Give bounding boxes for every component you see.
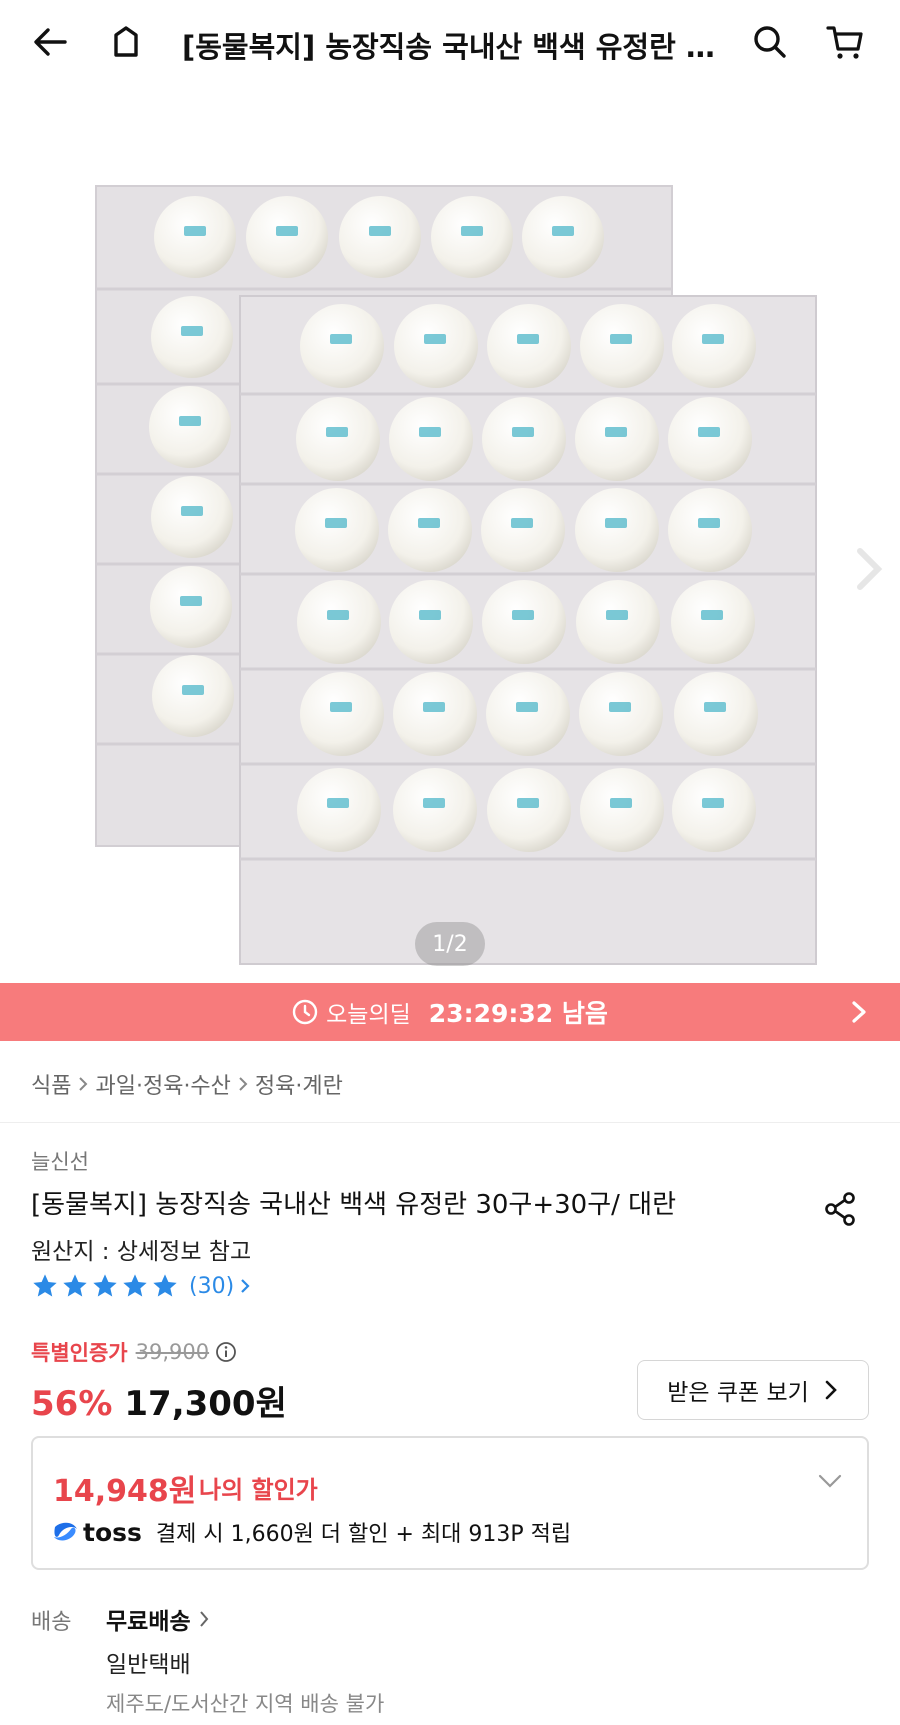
shipping-type: 일반택배 bbox=[106, 1652, 191, 1678]
view-coupons-button[interactable]: 받은 쿠폰 보기 bbox=[637, 1360, 869, 1420]
star-icon bbox=[93, 1274, 117, 1297]
review-count[interactable]: (30) bbox=[189, 1274, 234, 1299]
section-divider bbox=[0, 1122, 900, 1123]
share-icon[interactable] bbox=[822, 1190, 860, 1228]
toss-benefit-text: 결제 시 1,660원 더 할인 + 최대 913P 적립 bbox=[155, 1522, 572, 1547]
special-price-label: 특별인증가 bbox=[31, 1341, 128, 1365]
discount-percent: 56% bbox=[31, 1384, 113, 1424]
home-icon[interactable] bbox=[104, 20, 148, 64]
deal-label: 오늘의딜 bbox=[326, 1002, 411, 1028]
breadcrumb-item[interactable]: 과일·정육·수산 bbox=[95, 1068, 230, 1100]
chevron-right-icon bbox=[825, 1380, 837, 1400]
chevron-right-icon bbox=[852, 1001, 866, 1023]
toss-payment-benefit: toss 결제 시 1,660원 더 할인 + 최대 913P 적립 bbox=[51, 1516, 571, 1548]
todays-deal-banner[interactable]: 오늘의딜 23:29:32 남음 bbox=[0, 983, 900, 1041]
my-discount-label: 나의 할인가 bbox=[199, 1476, 318, 1504]
my-discount-price: 14,948원 bbox=[53, 1474, 197, 1509]
shipping-label: 배송 bbox=[31, 1610, 72, 1635]
star-icon bbox=[153, 1274, 177, 1297]
breadcrumb-item[interactable]: 식품 bbox=[31, 1068, 71, 1100]
product-name: [동물복지] 농장직송 국내산 백색 유정란 30구+30구/ 대란 bbox=[31, 1190, 676, 1220]
breadcrumb-item[interactable]: 정육·계란 bbox=[255, 1068, 343, 1100]
special-price-row: 특별인증가 39,900 bbox=[31, 1337, 237, 1367]
top-app-bar: [동물복지] 농장직송 국내산 백색 유정란 30구+30구/ 대란 bbox=[0, 0, 900, 84]
info-icon[interactable] bbox=[215, 1341, 237, 1363]
shipping-free-text: 무료배송 bbox=[106, 1609, 191, 1635]
star-icon bbox=[63, 1274, 87, 1297]
front-egg-tray bbox=[179, 226, 817, 965]
sale-price: 17,300원 bbox=[124, 1384, 287, 1424]
breadcrumb: 식품 과일·정육·수산 정육·계란 bbox=[31, 1068, 343, 1100]
sale-price-row: 56% 17,300원 bbox=[31, 1376, 287, 1425]
toss-logo-text: toss bbox=[83, 1517, 142, 1547]
carousel-next-icon[interactable] bbox=[852, 539, 888, 599]
product-image-carousel[interactable] bbox=[0, 84, 900, 983]
shipping-free-link[interactable]: 무료배송 bbox=[106, 1602, 211, 1636]
chevron-right-icon bbox=[239, 1077, 248, 1091]
deal-countdown: 23:29:32 남음 bbox=[428, 999, 608, 1028]
carousel-page-indicator: 1/2 bbox=[415, 922, 485, 966]
clock-icon bbox=[292, 999, 318, 1025]
chevron-right-icon bbox=[199, 1611, 208, 1627]
product-photo-egg-trays bbox=[95, 185, 817, 965]
cart-icon[interactable] bbox=[823, 20, 867, 64]
my-discount-panel[interactable]: 14,948원 나의 할인가 toss 결제 시 1,660원 더 할인 + 최… bbox=[31, 1436, 869, 1570]
star-icon bbox=[33, 1274, 57, 1297]
search-icon[interactable] bbox=[748, 20, 792, 64]
toss-logo-icon bbox=[54, 1522, 77, 1541]
page-title: [동물복지] 농장직송 국내산 백색 유정란 30구+30구/ 대란 bbox=[182, 30, 722, 64]
star-icon bbox=[123, 1274, 147, 1297]
view-coupons-label: 받은 쿠폰 보기 bbox=[667, 1380, 809, 1406]
chevron-right-icon bbox=[241, 1279, 250, 1293]
seller-name[interactable]: 늘신선 bbox=[31, 1146, 89, 1176]
back-arrow-icon[interactable] bbox=[28, 20, 72, 64]
shipping-note: 제주도/도서산간 지역 배송 불가 bbox=[106, 1692, 385, 1716]
chevron-down-icon[interactable] bbox=[817, 1472, 843, 1490]
original-price: 39,900 bbox=[135, 1340, 210, 1364]
chevron-right-icon bbox=[79, 1077, 88, 1091]
origin-info: 원산지 : 상세정보 참고 bbox=[31, 1239, 252, 1265]
rating-summary[interactable]: (30) bbox=[31, 1272, 252, 1300]
